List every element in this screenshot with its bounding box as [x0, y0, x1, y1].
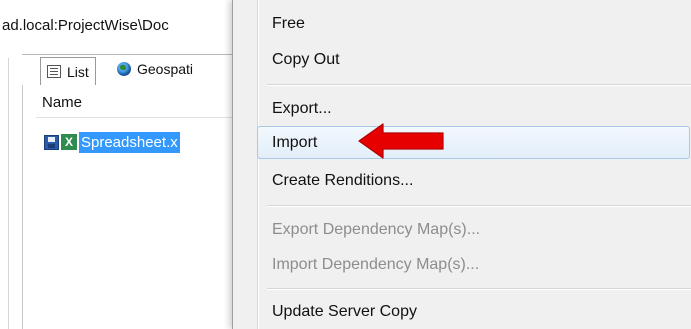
view-tab-strip: List Geospati [22, 54, 232, 85]
menu-item-update-server-copy[interactable]: Update Server Copy [272, 302, 417, 322]
save-icon [44, 134, 59, 150]
header-divider [36, 117, 232, 118]
tab-geospatial-label: Geospati [137, 61, 194, 77]
menu-separator [267, 205, 691, 206]
menu-item-import-dependency-maps[interactable]: Import Dependency Map(s)... [272, 255, 479, 275]
pane-divider [8, 58, 9, 329]
menu-item-free[interactable]: Free [272, 14, 305, 34]
list-icon [47, 65, 61, 78]
projectwise-explorer-window: ad.local:ProjectWise\Doc List Geospati N… [0, 0, 232, 329]
tab-list-label: List [67, 63, 89, 80]
menu-item-import[interactable]: Import [272, 133, 317, 153]
menu-separator [267, 84, 691, 85]
menu-item-copy-out[interactable]: Copy Out [272, 50, 340, 70]
tab-geospatial[interactable]: Geospati [117, 55, 193, 83]
document-row[interactable]: X Spreadsheet.x [44, 130, 180, 154]
datasource-path: ad.local:ProjectWise\Doc [2, 17, 169, 34]
menu-item-export[interactable]: Export... [272, 99, 332, 119]
name-column-header[interactable]: Name [42, 94, 82, 111]
menu-separator [267, 288, 691, 289]
pane-divider [22, 54, 23, 329]
document-name[interactable]: Spreadsheet.x [79, 131, 180, 153]
context-menu: Free Copy Out Export... Import Create Re… [232, 0, 691, 329]
menu-item-highlight [257, 126, 690, 159]
menu-gutter-line [258, 0, 259, 329]
globe-icon [117, 62, 131, 76]
tab-list[interactable]: List [40, 57, 96, 85]
excel-icon: X [61, 134, 77, 150]
menu-item-export-dependency-maps[interactable]: Export Dependency Map(s)... [272, 220, 480, 240]
annotation-arrow-icon [358, 123, 444, 159]
menu-item-create-renditions[interactable]: Create Renditions... [272, 171, 413, 191]
